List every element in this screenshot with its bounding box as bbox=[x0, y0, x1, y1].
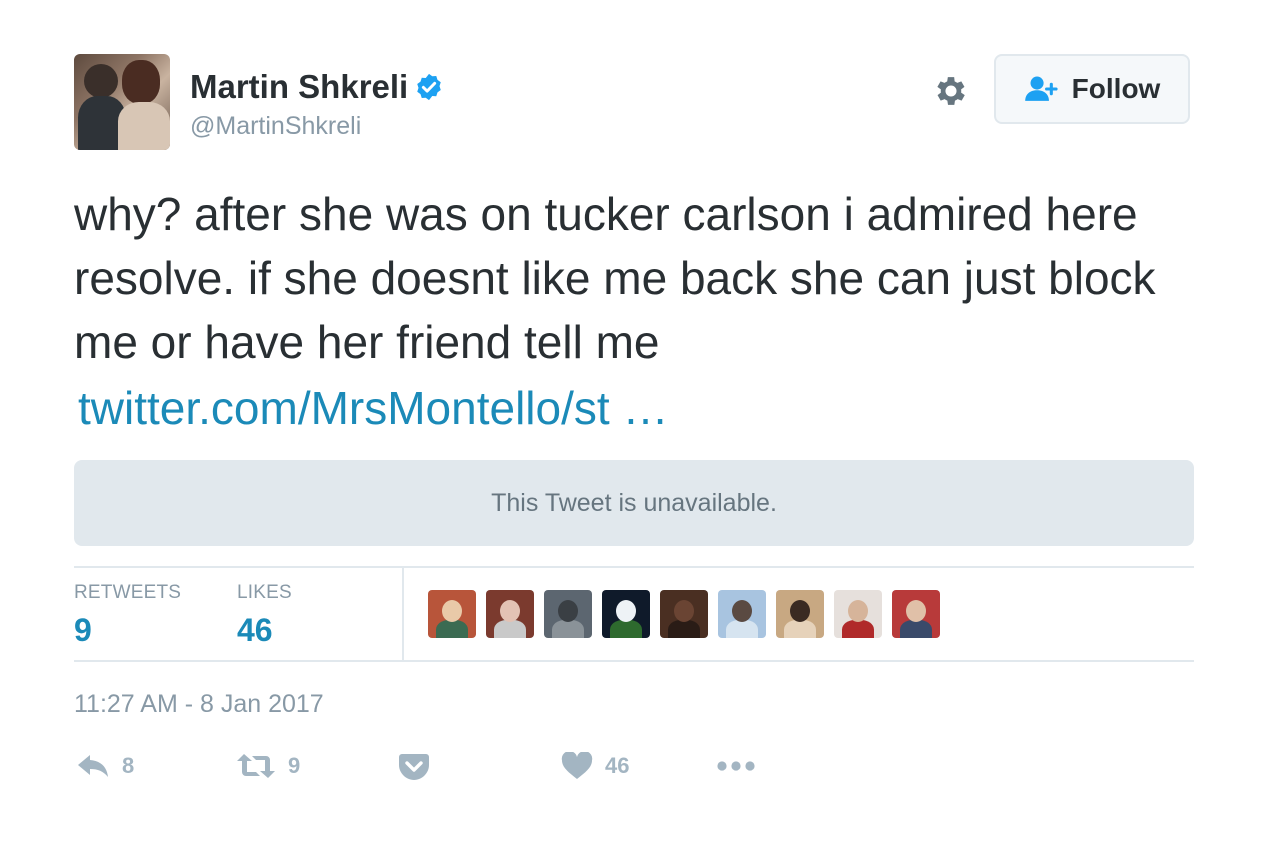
pocket-button[interactable] bbox=[398, 752, 430, 782]
divider bbox=[74, 660, 1194, 662]
verified-badge-icon bbox=[417, 73, 441, 101]
follow-button-label: Follow bbox=[1071, 73, 1161, 104]
retweets-stat[interactable]: RETWEETS 9 bbox=[74, 582, 181, 649]
quoted-tweet-unavailable: This Tweet is unavailable. bbox=[74, 460, 1194, 546]
liker-avatar-3[interactable] bbox=[544, 590, 592, 638]
tweet-timestamp[interactable]: 11:27 AM - 8 Jan 2017 bbox=[74, 690, 324, 719]
reply-icon bbox=[78, 755, 108, 777]
liker-avatars bbox=[428, 590, 950, 638]
author-handle[interactable]: @MartinShkreli bbox=[190, 112, 361, 141]
reply-button[interactable]: 8 bbox=[76, 752, 134, 780]
more-dots-icon bbox=[717, 761, 755, 771]
liker-avatar-9[interactable] bbox=[892, 590, 940, 638]
heart-icon bbox=[561, 752, 593, 779]
follow-button[interactable]: Follow bbox=[994, 54, 1190, 124]
liker-avatar-1[interactable] bbox=[428, 590, 476, 638]
like-button[interactable]: 46 bbox=[561, 752, 629, 780]
author-avatar[interactable] bbox=[74, 54, 170, 150]
gear-icon[interactable] bbox=[932, 72, 970, 110]
retweets-label: RETWEETS bbox=[74, 582, 182, 603]
retweets-count: 9 bbox=[74, 612, 92, 648]
more-button[interactable] bbox=[716, 752, 756, 780]
author-name[interactable]: Martin Shkreli bbox=[190, 68, 408, 106]
pocket-icon bbox=[399, 754, 429, 780]
likes-stat[interactable]: LIKES 46 bbox=[237, 582, 292, 649]
retweet-button[interactable]: 9 bbox=[236, 752, 300, 780]
liker-avatar-5[interactable] bbox=[660, 590, 708, 638]
divider bbox=[402, 568, 404, 660]
liker-avatar-4[interactable] bbox=[602, 590, 650, 638]
like-count: 46 bbox=[605, 753, 630, 778]
tweet-text: why? after she was on tucker carlson i a… bbox=[74, 182, 1204, 440]
author-name-row: Martin Shkreli bbox=[190, 68, 444, 106]
likes-label: LIKES bbox=[237, 582, 292, 603]
liker-avatar-8[interactable] bbox=[834, 590, 882, 638]
liker-avatar-7[interactable] bbox=[776, 590, 824, 638]
tweet-body: why? after she was on tucker carlson i a… bbox=[74, 188, 1156, 368]
divider bbox=[74, 566, 1194, 568]
add-user-icon bbox=[1024, 76, 1058, 101]
liker-avatar-2[interactable] bbox=[486, 590, 534, 638]
retweet-count: 9 bbox=[288, 753, 301, 778]
tweet-link[interactable]: twitter.com/MrsMontello/st … bbox=[74, 376, 668, 440]
reply-count: 8 bbox=[122, 753, 135, 778]
liker-avatar-6[interactable] bbox=[718, 590, 766, 638]
likes-count: 46 bbox=[237, 612, 273, 648]
retweet-icon bbox=[237, 754, 275, 778]
